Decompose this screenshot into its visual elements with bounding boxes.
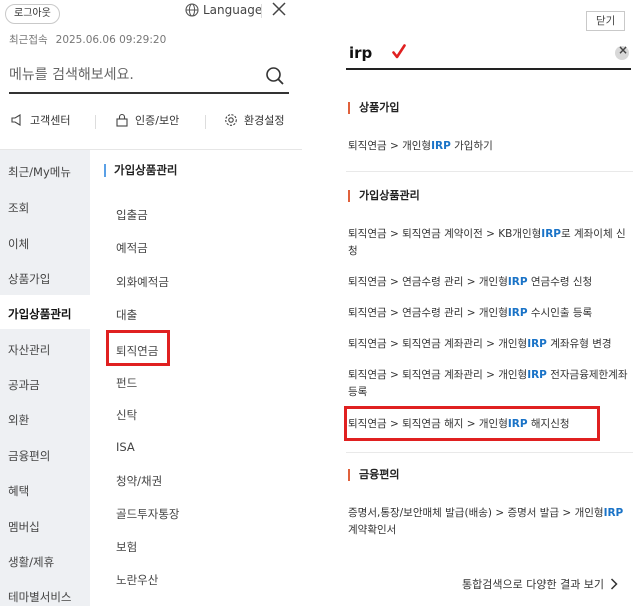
close-icon[interactable] xyxy=(271,1,287,17)
menu-search-input[interactable] xyxy=(9,60,249,90)
divider xyxy=(95,115,96,129)
highlight-box xyxy=(106,330,170,366)
lock-icon xyxy=(116,113,128,127)
quick-links: 고객센터 인증/보안 환경설정 xyxy=(0,112,302,134)
search-result-item[interactable]: 퇴직연금 > 연금수령 관리 > 개인형IRP 연금수령 신청 xyxy=(348,274,633,291)
divider xyxy=(205,115,206,129)
divider xyxy=(346,171,633,172)
divider xyxy=(261,4,262,18)
sub-menu-item[interactable]: 보험 xyxy=(116,539,137,555)
auth-security-link[interactable]: 인증/보안 xyxy=(115,112,179,128)
search-result-item[interactable]: 퇴직연금 > 퇴직연금 계좌관리 > 개인형IRP 계좌유형 변경 xyxy=(348,336,633,353)
sub-menu-item[interactable]: 펀드 xyxy=(116,375,137,391)
quick-link-label: 환경설정 xyxy=(244,114,285,127)
section-heading: 가입상품관리 xyxy=(348,190,420,202)
sub-menu-item[interactable]: 예적금 xyxy=(116,240,148,256)
customer-center-link[interactable]: 고객센터 xyxy=(10,112,70,128)
category-item[interactable]: 상품가입 xyxy=(8,271,50,287)
chevron-right-icon xyxy=(611,578,618,590)
category-item[interactable]: 멤버십 xyxy=(8,519,40,535)
search-icon[interactable] xyxy=(265,66,285,86)
search-field[interactable]: irp xyxy=(346,40,631,70)
sub-menu-heading: 가입상품관리 xyxy=(104,164,177,177)
settings-link[interactable]: 환경설정 xyxy=(224,112,284,128)
sub-menu-item[interactable]: 외화예적금 xyxy=(116,274,169,290)
sub-menu-item[interactable]: ISA xyxy=(116,440,135,454)
category-item[interactable]: 공과금 xyxy=(8,377,40,393)
globe-icon xyxy=(185,3,199,17)
search-result-item[interactable]: 퇴직연금 > 퇴직연금 계좌관리 > 개인형IRP 전자금융제한계좌 등록 xyxy=(348,367,633,401)
last-login-info: 최근접속 2025.06.06 09:29:20 xyxy=(9,32,166,47)
search-result-item[interactable]: 퇴직연금 > 개인형IRP 가입하기 xyxy=(348,138,633,155)
category-item[interactable]: 이체 xyxy=(8,236,29,252)
category-item-active[interactable]: 가입상품관리 xyxy=(8,306,71,322)
section-heading: 금융편의 xyxy=(348,469,399,481)
category-list: 최근/My메뉴 조회 이체 상품가입 가입상품관리 자산관리 공과금 외환 금융… xyxy=(0,150,90,606)
megaphone-icon xyxy=(11,114,21,126)
language-label: Language xyxy=(203,3,263,17)
menu-search xyxy=(9,60,289,94)
category-item[interactable]: 자산관리 xyxy=(8,342,50,358)
search-query[interactable]: irp xyxy=(349,44,372,62)
close-button[interactable]: 닫기 xyxy=(586,11,626,31)
gear-icon xyxy=(225,114,237,126)
quick-link-label: 인증/보안 xyxy=(135,114,180,127)
search-result-item[interactable]: 증명서,통장/보안매체 발급(배송) > 증명서 발급 > 개인형IRP 계약확… xyxy=(348,505,633,539)
divider xyxy=(346,452,633,453)
sub-menu-item[interactable]: 노란우산 xyxy=(116,572,158,588)
check-mark-icon xyxy=(392,44,406,59)
quick-link-label: 고객센터 xyxy=(30,114,71,127)
sub-menu-item[interactable]: 골드투자통장 xyxy=(116,506,179,522)
category-item[interactable]: 조회 xyxy=(8,200,29,216)
category-item[interactable]: 혜택 xyxy=(8,483,29,499)
search-result-item[interactable]: 퇴직연금 > 연금수령 관리 > 개인형IRP 수시인출 등록 xyxy=(348,305,633,322)
section-heading: 상품가입 xyxy=(348,102,399,114)
category-item[interactable]: 외환 xyxy=(8,412,29,428)
category-item[interactable]: 테마별서비스 xyxy=(8,589,71,605)
search-result-item[interactable]: 퇴직연금 > 퇴직연금 계약이전 > KB개인형IRP로 계좌이체 신청 xyxy=(348,226,633,260)
category-item[interactable]: 최근/My메뉴 xyxy=(8,164,71,180)
more-results-label: 통합검색으로 다양한 결과 보기 xyxy=(462,578,605,591)
sub-menu-item[interactable]: 대출 xyxy=(116,307,137,323)
left-menu-panel: 로그아웃 Language 최근접속 2025.06.06 09:29:20 고객… xyxy=(0,0,302,606)
last-login-label: 최근접속 xyxy=(9,34,48,46)
category-item[interactable]: 생활/제휴 xyxy=(8,554,54,570)
language-button[interactable]: Language xyxy=(185,3,262,17)
category-item[interactable]: 금융편의 xyxy=(8,448,50,464)
sub-menu-item[interactable]: 신탁 xyxy=(116,407,137,423)
search-results-panel: 닫기 irp 상품가입 퇴직연금 > 개인형IRP 가입하기 가입상품관리 퇴직… xyxy=(326,0,643,606)
clear-search-button[interactable] xyxy=(615,43,629,60)
integrated-search-link[interactable]: 통합검색으로 다양한 결과 보기 xyxy=(462,576,618,592)
sub-menu-item[interactable]: 입출금 xyxy=(116,207,148,223)
sub-menu-list: 가입상품관리 입출금 예적금 외화예적금 대출 퇴직연금 펀드 신탁 ISA 청… xyxy=(90,150,302,606)
sub-menu-item[interactable]: 청약/채권 xyxy=(116,473,162,489)
logout-button[interactable]: 로그아웃 xyxy=(5,4,60,24)
highlight-box xyxy=(344,406,600,441)
last-login-time: 2025.06.06 09:29:20 xyxy=(55,34,167,46)
